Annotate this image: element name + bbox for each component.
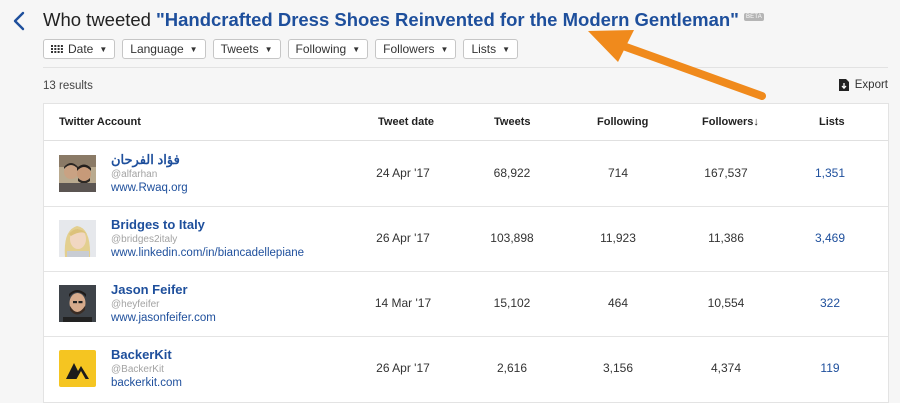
filter-following[interactable]: Following ▼ bbox=[287, 39, 369, 59]
account-handle: @alfarhan bbox=[111, 169, 158, 180]
followers-count: 11,386 bbox=[708, 231, 744, 245]
filter-label: Date bbox=[68, 42, 94, 56]
caret-down-icon: ▼ bbox=[440, 44, 449, 54]
tweet-date: 26 Apr '17 bbox=[376, 231, 430, 245]
account-name[interactable]: BackerKit bbox=[111, 347, 172, 362]
beta-badge: BETA bbox=[743, 13, 764, 21]
caret-down-icon: ▼ bbox=[502, 44, 511, 54]
col-tweets[interactable]: Tweets bbox=[494, 116, 530, 128]
avatar[interactable] bbox=[59, 285, 96, 322]
avatar[interactable] bbox=[59, 220, 96, 257]
filter-tweets[interactable]: Tweets ▼ bbox=[212, 39, 281, 59]
tweet-date: 24 Apr '17 bbox=[376, 166, 430, 180]
tweets-count: 103,898 bbox=[490, 231, 534, 245]
export-label: Export bbox=[854, 79, 888, 91]
back-button[interactable] bbox=[10, 9, 28, 33]
account-website[interactable]: www.Rwaq.org bbox=[111, 182, 188, 194]
tweets-count: 15,102 bbox=[493, 296, 531, 310]
results-table: Twitter Account Tweet date Tweets Follow… bbox=[43, 103, 889, 403]
account-website[interactable]: www.jasonfeifer.com bbox=[111, 312, 216, 324]
col-following[interactable]: Following bbox=[597, 116, 648, 128]
grid-icon bbox=[51, 45, 63, 53]
filter-label: Tweets bbox=[220, 42, 259, 56]
account-handle: @heyfeifer bbox=[111, 299, 160, 310]
avatar[interactable] bbox=[59, 155, 96, 192]
caret-down-icon: ▼ bbox=[99, 44, 108, 54]
chevron-left-icon bbox=[13, 11, 25, 31]
col-followers-label: Followers bbox=[702, 116, 754, 128]
filter-label: Following bbox=[295, 42, 347, 56]
table-row: Jason Feifer @heyfeifer www.jasonfeifer.… bbox=[44, 271, 888, 337]
account-name[interactable]: فؤاد الفرحان bbox=[111, 152, 180, 168]
followers-count: 10,554 bbox=[707, 296, 745, 310]
col-twitter-account[interactable]: Twitter Account bbox=[59, 116, 141, 128]
table-header: Twitter Account Tweet date Tweets Follow… bbox=[44, 104, 888, 141]
tweet-date: 14 Mar '17 bbox=[374, 296, 432, 310]
account-name[interactable]: Jason Feifer bbox=[111, 282, 188, 297]
filter-language[interactable]: Language ▼ bbox=[122, 39, 206, 59]
avatar-photo bbox=[59, 220, 96, 257]
following-count: 3,156 bbox=[602, 361, 634, 375]
account-name[interactable]: Bridges to Italy bbox=[111, 217, 205, 232]
col-tweet-date[interactable]: Tweet date bbox=[378, 116, 434, 128]
lists-count[interactable]: 1,351 bbox=[780, 166, 880, 180]
filter-date[interactable]: Date ▼ bbox=[43, 39, 116, 59]
lists-count[interactable]: 3,469 bbox=[780, 231, 880, 245]
lists-count[interactable]: 119 bbox=[780, 361, 880, 375]
filter-bar: Date ▼ Language ▼ Tweets ▼ Following ▼ F… bbox=[43, 39, 525, 59]
tweets-count: 68,922 bbox=[493, 166, 531, 180]
table-row: BackerKit @BackerKit backerkit.com 26 Ap… bbox=[44, 336, 888, 401]
lists-count[interactable]: 322 bbox=[780, 296, 880, 310]
account-handle: @bridges2italy bbox=[111, 234, 178, 245]
tweets-count: 2,616 bbox=[496, 361, 528, 375]
following-count: 11,923 bbox=[600, 231, 636, 245]
results-count: 13 results bbox=[43, 80, 93, 92]
account-website[interactable]: backerkit.com bbox=[111, 377, 182, 389]
avatar[interactable] bbox=[59, 350, 96, 387]
sort-down-icon: ↓ bbox=[753, 116, 759, 128]
filter-label: Language bbox=[130, 42, 184, 56]
table-row: فؤاد الفرحان @alfarhan www.Rwaq.org 24 A… bbox=[44, 141, 888, 207]
account-website[interactable]: www.linkedin.com/in/biancadellepiane bbox=[111, 247, 304, 259]
export-icon bbox=[838, 79, 849, 91]
col-lists[interactable]: Lists bbox=[819, 116, 845, 128]
title-query: "Handcrafted Dress Shoes Reinvented for … bbox=[155, 9, 739, 30]
export-button[interactable]: Export bbox=[838, 79, 888, 91]
avatar-photo bbox=[59, 155, 96, 192]
filter-lists[interactable]: Lists ▼ bbox=[463, 39, 519, 59]
followers-count: 4,374 bbox=[710, 361, 742, 375]
filter-followers[interactable]: Followers ▼ bbox=[375, 39, 457, 59]
divider bbox=[43, 67, 888, 68]
filter-label: Followers bbox=[383, 42, 435, 56]
page-title: Who tweeted "Handcrafted Dress Shoes Rei… bbox=[43, 9, 764, 31]
caret-down-icon: ▼ bbox=[189, 44, 198, 54]
following-count: 714 bbox=[607, 166, 629, 180]
caret-down-icon: ▼ bbox=[352, 44, 361, 54]
following-count: 464 bbox=[607, 296, 629, 310]
backerkit-logo-icon bbox=[59, 350, 96, 387]
title-prefix: Who tweeted bbox=[43, 9, 151, 30]
account-handle: @BackerKit bbox=[111, 364, 164, 375]
filter-label: Lists bbox=[471, 42, 497, 56]
col-followers[interactable]: Followers↓ bbox=[702, 116, 759, 128]
tweet-date: 26 Apr '17 bbox=[376, 361, 430, 375]
followers-count: 167,537 bbox=[704, 166, 748, 180]
caret-down-icon: ▼ bbox=[264, 44, 273, 54]
table-row: Bridges to Italy @bridges2italy www.link… bbox=[44, 206, 888, 272]
avatar-photo bbox=[59, 285, 96, 322]
